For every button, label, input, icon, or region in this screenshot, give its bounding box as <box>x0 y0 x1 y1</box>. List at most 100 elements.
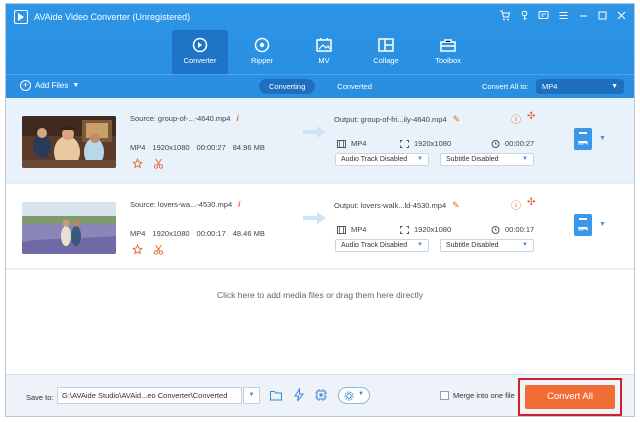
menu-icon[interactable] <box>557 10 569 22</box>
source-duration: 00:00:27 <box>196 143 226 152</box>
chevron-down-icon[interactable]: ▼ <box>599 135 606 142</box>
drop-hint[interactable]: Click here to add media files or drag th… <box>6 290 634 300</box>
info-icon[interactable]: i <box>238 200 240 209</box>
subtitle-select[interactable]: Subtitle Disabled ▼ <box>440 239 534 252</box>
enhance-icon[interactable] <box>132 244 143 255</box>
video-thumbnail[interactable] <box>22 116 116 168</box>
feedback-icon[interactable] <box>537 10 549 22</box>
chevron-down-icon: ▼ <box>417 242 423 248</box>
gpu-icon[interactable] <box>314 388 328 402</box>
output-format-value: MP4 <box>351 225 367 234</box>
app-window: AVAide Video Converter (Unregistered) Co… <box>5 3 635 417</box>
clock-icon <box>491 225 500 234</box>
video-thumbnail[interactable] <box>22 202 116 254</box>
merge-checkbox[interactable] <box>440 391 449 400</box>
maximize-icon[interactable] <box>596 10 608 22</box>
file-row[interactable]: Source: group-of-...-4640.mp4 i MP4 1920… <box>6 98 634 184</box>
cut-icon[interactable] <box>153 158 164 169</box>
file-tools <box>132 158 164 169</box>
audio-track-value: Audio Track Disabled <box>341 242 408 249</box>
status-tabs: Converting Converted <box>259 79 382 94</box>
save-to-label: Save to: <box>26 393 54 402</box>
resolution-icon <box>400 225 409 234</box>
tab-converted[interactable]: Converted <box>327 79 382 94</box>
collage-icon <box>378 38 394 52</box>
convert-all-format-select[interactable]: MP4 ▼ <box>536 79 624 94</box>
mv-icon <box>316 37 332 52</box>
output-format-badge[interactable]: MP4 <box>574 214 592 236</box>
source-meta: MP4 1920x1080 00:00:27 84.96 MB <box>130 143 265 152</box>
toolbar: + Add Files ▼ Converting Converted Conve… <box>6 74 634 98</box>
chevron-down-icon: ▼ <box>417 156 423 162</box>
tab-collage[interactable]: Collage <box>358 30 414 74</box>
merge-label[interactable]: Merge into one file <box>453 391 515 400</box>
source-size: 48.46 MB <box>232 229 265 238</box>
subtitle-value: Subtitle Disabled <box>446 156 499 163</box>
app-logo-icon <box>14 10 28 24</box>
output-actions: ⓘ ✣ <box>511 197 535 212</box>
output-duration-value: 00:00:27 <box>505 139 535 148</box>
subtitle-value: Subtitle Disabled <box>446 242 499 249</box>
cut-icon[interactable] <box>153 244 164 255</box>
info-icon[interactable]: i <box>236 114 238 123</box>
chevron-down-icon[interactable]: ▼ <box>599 221 606 228</box>
minimize-icon[interactable] <box>577 10 589 22</box>
hardware-acceleration-icon[interactable] <box>292 388 306 402</box>
info-circle-icon[interactable]: ⓘ <box>511 111 521 126</box>
add-files-button[interactable]: + Add Files ▼ <box>20 80 79 91</box>
convert-all-button[interactable]: Convert All <box>525 385 615 409</box>
register-key-icon[interactable] <box>518 10 530 22</box>
cart-icon[interactable] <box>498 10 510 22</box>
info-circle-icon[interactable]: ⓘ <box>511 197 521 212</box>
film-icon <box>337 225 346 234</box>
output-actions: ⓘ ✣ <box>511 111 535 126</box>
ripper-icon <box>254 37 270 53</box>
app-title: AVAide Video Converter (Unregistered) <box>34 12 191 22</box>
tab-converting[interactable]: Converting <box>259 79 316 94</box>
enhance-icon[interactable] <box>132 158 143 169</box>
add-files-label: Add Files <box>35 81 69 90</box>
output-resolution: 1920x1080 <box>400 225 451 234</box>
chevron-down-icon: ▼ <box>611 83 618 90</box>
source-filename: Source: group-of-...-4640.mp4 <box>130 114 231 123</box>
clock-icon <box>491 139 500 148</box>
folder-icon[interactable] <box>269 388 283 402</box>
source-format: MP4 <box>130 229 146 238</box>
tab-toolbox[interactable]: Toolbox <box>420 30 476 74</box>
plus-icon: + <box>20 80 31 91</box>
edit-icon[interactable]: ✎ <box>453 114 461 125</box>
save-path-field[interactable]: G:\AVAide Studio\AVAid...eo Converter\Co… <box>57 387 242 404</box>
title-bar: AVAide Video Converter (Unregistered) Co… <box>6 4 634 74</box>
file-list[interactable]: Source: group-of-...-4640.mp4 i MP4 1920… <box>6 98 634 374</box>
compress-icon[interactable]: ✣ <box>527 197 535 212</box>
source-size: 84.96 MB <box>232 143 265 152</box>
close-icon[interactable] <box>615 10 627 22</box>
output-format: MP4 <box>337 225 366 234</box>
film-icon <box>337 139 346 148</box>
output-filename: Output: group-of-fri...ily-4640.mp4 <box>334 115 447 124</box>
file-row[interactable]: Source: lovers-wa...-4530.mp4 i MP4 1920… <box>6 184 634 270</box>
source-resolution: 1920x1080 <box>152 143 190 152</box>
converter-icon <box>192 37 208 53</box>
chevron-down-icon[interactable]: ▼ <box>243 387 260 404</box>
output-format-badge[interactable]: MP4 <box>574 128 592 150</box>
tab-mv[interactable]: MV <box>296 30 352 74</box>
chevron-down-icon[interactable]: ▼ <box>72 82 79 89</box>
output-resolution-value: 1920x1080 <box>414 225 452 234</box>
bottom-bar: Save to: G:\AVAide Studio\AVAid...eo Con… <box>6 374 634 416</box>
audio-track-select[interactable]: Audio Track Disabled ▼ <box>335 239 429 252</box>
tab-ripper[interactable]: Ripper <box>234 30 290 74</box>
output-info: Output: group-of-fri...ily-4640.mp4 ✎ <box>334 114 460 125</box>
output-filename: Output: lovers-walk...ld-4530.mp4 <box>334 201 447 210</box>
edit-icon[interactable]: ✎ <box>452 200 460 211</box>
main-nav: Converter Ripper MV Collage Toolbox <box>172 30 482 74</box>
settings-button[interactable]: ▼ <box>338 387 370 404</box>
convert-all-to-label: Convert All to: <box>482 82 529 91</box>
output-format-value: MP4 <box>351 139 367 148</box>
audio-track-select[interactable]: Audio Track Disabled ▼ <box>335 153 429 166</box>
tab-toolbox-label: Toolbox <box>435 56 461 65</box>
file-tools <box>132 244 164 255</box>
subtitle-select[interactable]: Subtitle Disabled ▼ <box>440 153 534 166</box>
compress-icon[interactable]: ✣ <box>527 111 535 126</box>
tab-converter[interactable]: Converter <box>172 30 228 74</box>
